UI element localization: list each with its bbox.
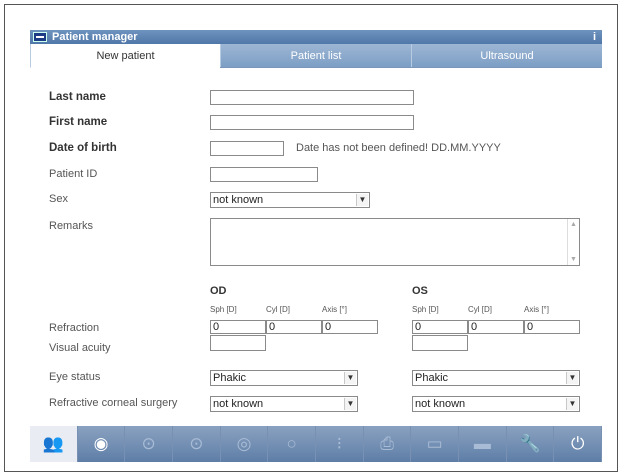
refraction-label: Refraction [49,322,100,334]
od-header: OD [210,285,227,297]
sex-select-value: not known [213,194,264,206]
date-of-birth-input[interactable] [210,141,284,156]
sex-label: Sex [49,193,68,205]
refractive-surgery-label: Refractive corneal surgery [49,397,178,409]
iol-icon[interactable]: ⁝ [316,426,364,462]
os-sph-input[interactable]: 0 [412,320,468,334]
chevron-down-icon[interactable]: ▼ [356,194,368,206]
remarks-scrollbar[interactable]: ▲ ▼ [567,219,579,265]
od-eye-status-value: Phakic [213,372,247,384]
visual-acuity-label: Visual acuity [49,342,111,354]
chevron-down-icon[interactable]: ▼ [566,398,578,410]
os-cyl-header: Cyl [D] [468,305,492,314]
chevron-down-icon[interactable]: ▼ [344,372,356,384]
chevron-down-icon[interactable]: ▼ [566,372,578,384]
od-cyl-input[interactable]: 0 [266,320,322,334]
od-axis-header: Axis [°] [322,305,347,314]
chevron-down-icon[interactable]: ▼ [344,398,356,410]
eye-status-label: Eye status [49,371,101,383]
tab-ultrasound[interactable]: Ultrasound [411,44,602,68]
eye-icon[interactable]: ◉ [78,426,126,462]
remarks-label: Remarks [49,220,94,232]
printer-icon[interactable]: ⎙ [364,426,412,462]
os-sph-header: Sph [D] [412,305,439,314]
laptop-icon[interactable]: ▭ [411,426,460,462]
os-refractive-surgery-value: not known [415,398,466,410]
os-visual-acuity-input[interactable] [412,335,468,351]
scroll-down-icon[interactable]: ▼ [570,256,577,263]
os-axis-header: Axis [°] [524,305,549,314]
sex-select[interactable]: not known ▼ [210,192,370,208]
target-icon[interactable]: ◎ [221,426,269,462]
od-axis-input[interactable]: 0 [322,320,378,334]
os-refractive-surgery-select[interactable]: not known ▼ [412,396,580,412]
os-eye-status-value: Phakic [415,372,449,384]
remarks-textarea[interactable]: ▲ ▼ [210,218,580,266]
bottom-toolbar: 👥 ◉ ⊙ ⊙ ◎ ○ ⁝ ⎙ ▭ ▬ 🔧 ⏻ [30,426,603,462]
scroll-up-icon[interactable]: ▲ [570,221,577,228]
os-header: OS [412,285,428,297]
od-visual-acuity-input[interactable] [210,335,266,351]
tab-patient-list[interactable]: Patient list [220,44,411,68]
tab-bar: New patient Patient list Ultrasound [30,44,602,68]
usb-icon[interactable]: ▬ [459,426,507,462]
od-refractive-surgery-value: not known [213,398,264,410]
patient-id-input[interactable] [210,167,318,182]
od-sph-header: Sph [D] [210,305,237,314]
app-logo-icon [33,32,47,42]
patient-manager-window: Patient manager i New patient Patient li… [30,30,603,462]
first-name-label: First name [49,116,108,128]
last-name-input[interactable] [210,90,414,105]
od-refractive-surgery-select[interactable]: not known ▼ [210,396,358,412]
eye-measure-left-icon[interactable]: ⊙ [125,426,174,462]
circle-icon[interactable]: ○ [268,426,317,462]
date-of-birth-hint: Date has not been defined! DD.MM.YYYY [296,142,501,154]
wrench-icon[interactable]: 🔧 [507,426,555,462]
os-eye-status-select[interactable]: Phakic ▼ [412,370,580,386]
od-cyl-header: Cyl [D] [266,305,290,314]
title-bar: Patient manager i [30,30,602,44]
od-sph-input[interactable]: 0 [210,320,266,334]
eye-measure-right-icon[interactable]: ⊙ [173,426,221,462]
first-name-input[interactable] [210,115,414,130]
od-eye-status-select[interactable]: Phakic ▼ [210,370,358,386]
window-title: Patient manager [52,31,138,43]
os-cyl-input[interactable]: 0 [468,320,524,334]
power-icon[interactable]: ⏻ [554,426,603,462]
info-icon[interactable]: i [593,30,596,44]
last-name-label: Last name [49,91,106,103]
patient-icon[interactable]: 👥 [30,426,78,462]
date-of-birth-label: Date of birth [49,142,117,154]
tab-divider [220,67,602,68]
os-axis-input[interactable]: 0 [524,320,580,334]
patient-id-label: Patient ID [49,168,98,180]
tab-new-patient[interactable]: New patient [30,44,220,68]
